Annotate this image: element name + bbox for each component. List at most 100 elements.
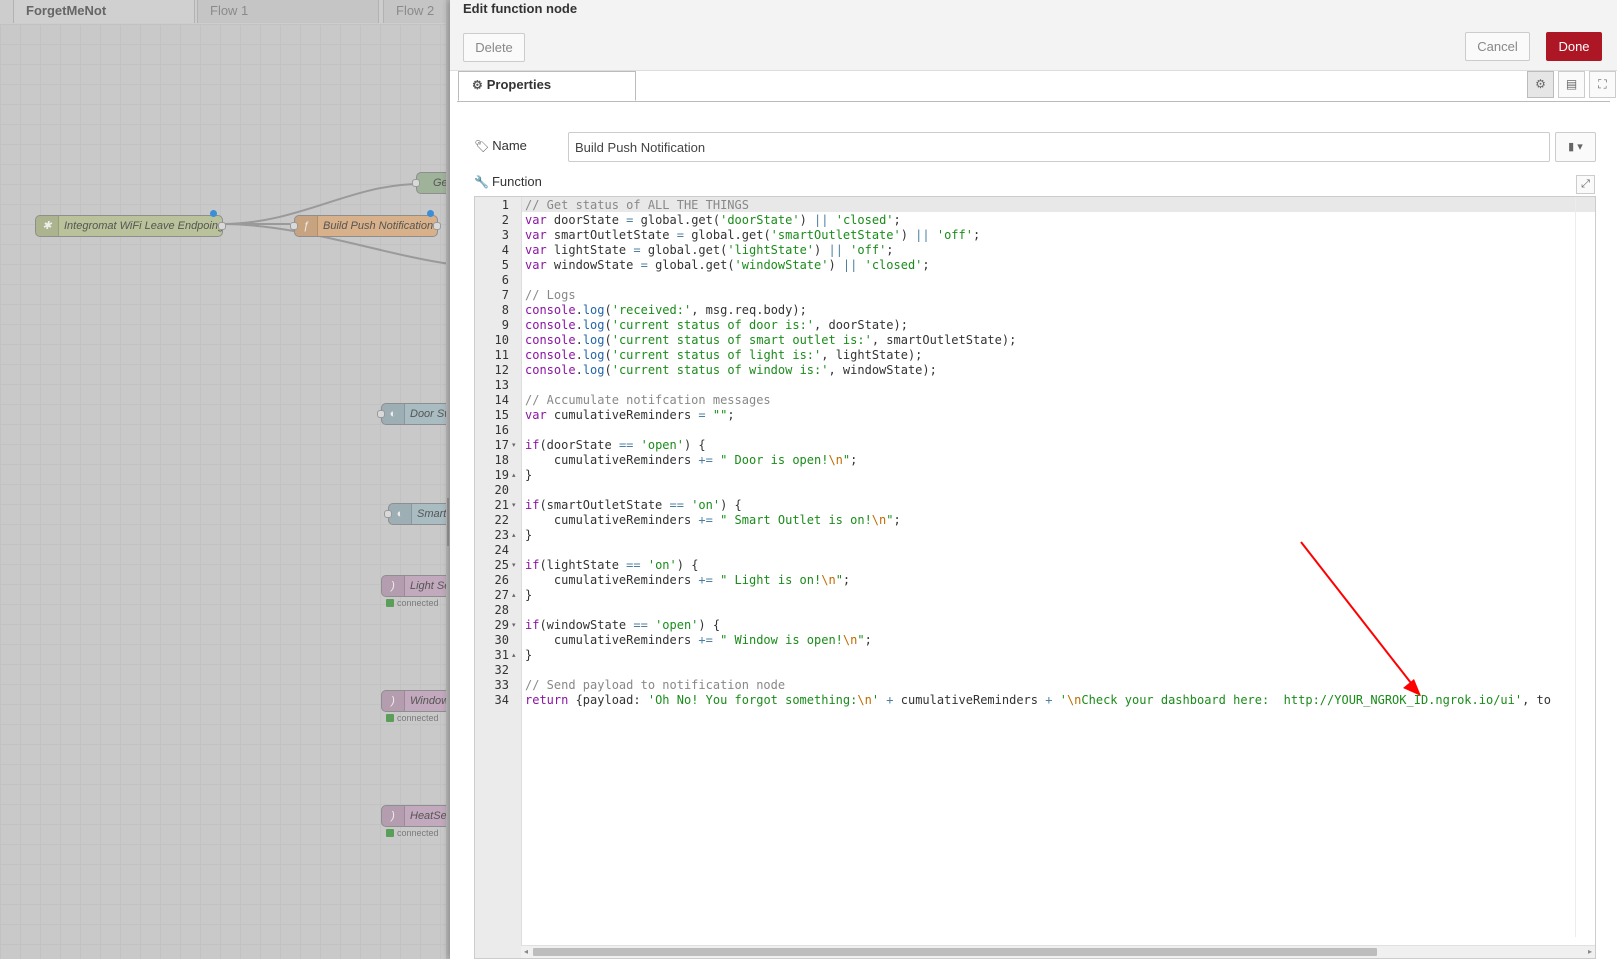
line-number: 6 — [501, 273, 509, 287]
fold-close-icon[interactable]: ▴ — [512, 648, 516, 663]
line-number: 28 — [494, 603, 509, 617]
line-number: 23 — [494, 528, 509, 542]
line-number: 24 — [494, 543, 509, 557]
line-number: 17 — [494, 438, 509, 452]
node-input-port[interactable] — [384, 510, 392, 518]
function-icon: ƒ — [295, 216, 318, 236]
fold-close-icon[interactable]: ▴ — [512, 528, 516, 543]
delete-button[interactable]: Delete — [463, 33, 525, 62]
node-heat-sensor[interactable]: ) HeatSen — [381, 805, 450, 827]
resize-grip[interactable] — [447, 498, 449, 546]
scroll-right-arrow-icon[interactable]: ▸ — [1588, 946, 1592, 958]
fold-open-icon[interactable]: ▾ — [512, 558, 516, 573]
name-input[interactable] — [568, 132, 1550, 162]
line-number: 9 — [501, 318, 509, 332]
line-number: 32 — [494, 663, 509, 677]
fold-open-icon[interactable]: ▾ — [512, 438, 516, 453]
line-number: 33 — [494, 678, 509, 692]
code-line: // Send payload to notification node — [525, 678, 786, 692]
function-code-editor[interactable]: 1 2 3 4 5 6 7 8 9 10 11 12 13 14 15 16 17 ▾ 18 19 ▴ 20 21 ▾ 22 23… — [474, 196, 1596, 959]
line-number: 18 — [494, 453, 509, 467]
tray-tabs: ⚙ Properties ⚙ ▤ ⛶ — [457, 70, 1616, 102]
code-line: var smartOutletState = global.get('smart… — [525, 228, 981, 242]
status-indicator — [386, 829, 394, 837]
line-number: 27 — [494, 588, 509, 602]
node-label: Window S — [410, 695, 450, 707]
node-changed-indicator — [210, 210, 217, 217]
line-number: 25 — [494, 558, 509, 572]
code-line: if(windowState == 'open') { — [525, 618, 721, 632]
code-line: if(lightState == 'on') { — [525, 558, 699, 572]
code-line: if(doorState == 'open') { — [525, 438, 706, 452]
node-input-port[interactable] — [290, 222, 298, 230]
flow-workspace[interactable]: ForgetMeNot Flow 1 Flow 2 ✱ Integromat W… — [0, 0, 450, 959]
node-build-push-notification[interactable]: ƒ Build Push Notification — [294, 215, 438, 237]
node-output-port[interactable] — [218, 222, 226, 230]
line-number: 10 — [494, 333, 509, 347]
node-input-port[interactable] — [412, 179, 420, 187]
flow-canvas[interactable]: ✱ Integromat WiFi Leave Endpoing ƒ Build… — [0, 24, 450, 959]
tab-flow-1[interactable]: Flow 1 — [197, 0, 379, 23]
line-number: 21 — [494, 498, 509, 512]
line-number: 15 — [494, 408, 509, 422]
book-icon: ▮ — [1568, 141, 1575, 153]
fold-open-icon[interactable]: ▾ — [512, 618, 516, 633]
node-light-sensor[interactable]: ) Light Sen — [381, 575, 450, 597]
sensor-icon: ) — [382, 576, 405, 596]
node-label: Integromat WiFi Leave Endpoing — [64, 220, 223, 232]
gear-icon: ⚙ — [472, 78, 483, 92]
code-line: console.log('current status of light is:… — [525, 348, 923, 362]
line-number: 34 — [494, 693, 509, 707]
scroll-left-arrow-icon[interactable]: ◂ — [524, 946, 528, 958]
code-line: return {payload: 'Oh No! You forgot some… — [525, 693, 1551, 707]
fold-close-icon[interactable]: ▴ — [512, 588, 516, 603]
code-area[interactable]: // Get status of ALL THE THINGS var doorS… — [525, 197, 1595, 958]
appearance-layout-icon[interactable]: ⛶ — [1589, 71, 1616, 98]
node-integromat-wifi-leave[interactable]: ✱ Integromat WiFi Leave Endpoing — [35, 215, 223, 237]
line-number: 3 — [501, 228, 509, 242]
node-output-port[interactable] — [433, 222, 441, 230]
name-label-text: Name — [492, 138, 527, 153]
line-number: 20 — [494, 483, 509, 497]
node-status: connected — [386, 828, 439, 838]
function-label: 🔧 Function — [474, 174, 542, 189]
line-number: 29 — [494, 618, 509, 632]
done-button[interactable]: Done — [1546, 32, 1602, 61]
line-number: 8 — [501, 303, 509, 317]
tab-properties[interactable]: ⚙ Properties — [458, 71, 636, 101]
code-line: console.log('received:', msg.req.body); — [525, 303, 807, 317]
status-text: connected — [397, 598, 439, 608]
status-indicator — [386, 599, 394, 607]
horizontal-scrollbar[interactable]: ◂ ▸ — [521, 945, 1595, 958]
cancel-button[interactable]: Cancel — [1465, 32, 1530, 61]
node-input-port[interactable] — [377, 410, 385, 418]
node-smart-outlet[interactable]: ◐ Smart O — [388, 503, 450, 525]
fold-open-icon[interactable]: ▾ — [512, 498, 516, 513]
tab-flow-2[interactable]: Flow 2 — [383, 0, 450, 23]
line-number: 16 — [494, 423, 509, 437]
code-line: var cumulativeReminders = ""; — [525, 408, 735, 422]
wrench-icon: 🔧 — [474, 175, 489, 189]
code-line: cumulativeReminders += " Door is open!\n… — [525, 453, 858, 467]
node-settings-gear-icon[interactable]: ⚙ — [1527, 71, 1554, 98]
bridge-icon: ✱ — [36, 216, 59, 236]
icon-picker-button[interactable]: ▮ ▾ — [1555, 132, 1596, 162]
node-label: Build Push Notification — [323, 220, 434, 232]
node-door-switch[interactable]: ◐ Door Swi — [381, 403, 450, 425]
expand-editor-icon[interactable]: ⤢ — [1576, 175, 1595, 194]
fold-close-icon[interactable]: ▴ — [512, 468, 516, 483]
line-number: 30 — [494, 633, 509, 647]
horizontal-scrollbar-thumb[interactable] — [533, 948, 1377, 956]
code-line: } — [525, 648, 533, 662]
code-line: console.log('current status of door is:'… — [525, 318, 908, 332]
node-label: Light Sen — [410, 580, 450, 592]
tray-title: Edit function node — [463, 1, 578, 16]
node-ge[interactable]: Ge — [416, 172, 450, 194]
code-line: // Accumulate notifcation messages — [525, 393, 771, 407]
tab-forgetmenot[interactable]: ForgetMeNot — [13, 0, 195, 23]
description-document-icon[interactable]: ▤ — [1558, 71, 1585, 98]
sensor-icon: ) — [382, 806, 405, 826]
node-changed-indicator — [427, 210, 434, 217]
node-window-sensor[interactable]: ) Window S — [381, 690, 450, 712]
code-line: console.log('current status of smart out… — [525, 333, 1017, 347]
